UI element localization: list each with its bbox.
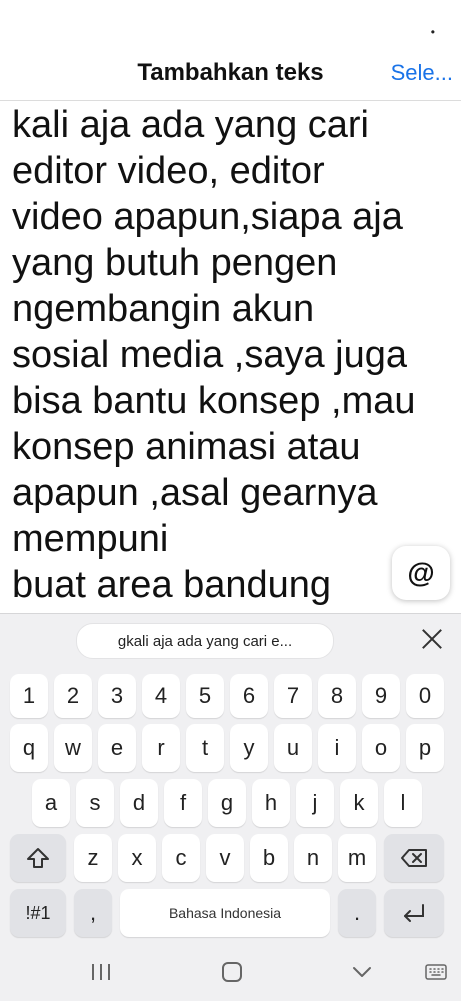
key-2[interactable]: 2 (54, 674, 92, 718)
key-g[interactable]: g (208, 779, 246, 827)
key-x[interactable]: x (118, 834, 156, 882)
key-i[interactable]: i (318, 724, 356, 772)
key-p[interactable]: p (406, 724, 444, 772)
key-o[interactable]: o (362, 724, 400, 772)
key-5[interactable]: 5 (186, 674, 224, 718)
key-4[interactable]: 4 (142, 674, 180, 718)
key-j[interactable]: j (296, 779, 334, 827)
space-key[interactable]: Bahasa Indonesia (120, 889, 330, 937)
keyboard-icon[interactable] (424, 960, 448, 984)
editor-line: yang butuh pengen (12, 242, 338, 284)
key-l[interactable]: l (384, 779, 422, 827)
key-v[interactable]: v (206, 834, 244, 882)
home-icon[interactable] (220, 960, 244, 984)
editor-line: editor video, editor (12, 150, 325, 192)
header: Tambahkan teks Sele... (0, 44, 461, 101)
editor-line: buat area bandung (12, 564, 332, 606)
select-button[interactable]: Sele... (391, 60, 453, 86)
navigation-bar (0, 946, 461, 1000)
key-a[interactable]: a (32, 779, 70, 827)
backspace-key[interactable] (384, 834, 444, 882)
key-w[interactable]: w (54, 724, 92, 772)
shift-key[interactable] (10, 834, 66, 882)
suggestion-chip[interactable]: gkali aja ada yang cari e... (76, 623, 334, 659)
key-k[interactable]: k (340, 779, 378, 827)
key-y[interactable]: y (230, 724, 268, 772)
key-n[interactable]: n (294, 834, 332, 882)
recents-icon[interactable] (88, 960, 114, 984)
keyboard: gkali aja ada yang cari e... 1 2 3 4 5 6… (0, 613, 461, 1001)
key-9[interactable]: 9 (362, 674, 400, 718)
key-z[interactable]: z (74, 834, 112, 882)
key-d[interactable]: d (120, 779, 158, 827)
enter-icon (404, 904, 424, 922)
key-h[interactable]: h (252, 779, 290, 827)
shift-icon (27, 848, 49, 868)
editor-line: bisa bantu konsep ,mau (12, 380, 416, 422)
key-u[interactable]: u (274, 724, 312, 772)
status-indicator: • (430, 25, 435, 39)
symbols-key[interactable]: !#1 (10, 889, 66, 937)
editor-line: mempuni (12, 518, 169, 560)
editor-line: video apapun,siapa aja (12, 196, 403, 238)
key-1[interactable]: 1 (10, 674, 48, 718)
comma-key[interactable]: , (74, 889, 112, 937)
backspace-icon (401, 849, 427, 867)
back-icon[interactable] (350, 960, 374, 984)
key-f[interactable]: f (164, 779, 202, 827)
key-t[interactable]: t (186, 724, 224, 772)
editor-line: konsep animasi atau (12, 426, 361, 468)
key-3[interactable]: 3 (98, 674, 136, 718)
key-0[interactable]: 0 (406, 674, 444, 718)
key-b[interactable]: b (250, 834, 288, 882)
editor-line: apapun ,asal gearnya (12, 472, 378, 514)
key-q[interactable]: q (10, 724, 48, 772)
editor-line: ngembangin akun (12, 288, 315, 330)
key-e[interactable]: e (98, 724, 136, 772)
key-s[interactable]: s (76, 779, 114, 827)
text-editor[interactable]: kali aja ada yang cari editor video, edi… (0, 101, 461, 613)
suggestion-bar: gkali aja ada yang cari e... (0, 614, 461, 664)
status-bar: • (0, 0, 461, 44)
enter-key[interactable] (384, 889, 444, 937)
editor-line: kali aja ada yang cari (12, 104, 369, 146)
key-6[interactable]: 6 (230, 674, 268, 718)
key-7[interactable]: 7 (274, 674, 312, 718)
close-icon[interactable] (419, 626, 445, 652)
key-c[interactable]: c (162, 834, 200, 882)
mention-button[interactable]: @ (392, 546, 450, 600)
key-m[interactable]: m (338, 834, 376, 882)
key-r[interactable]: r (142, 724, 180, 772)
editor-line: sosial media ,saya juga (12, 334, 407, 376)
key-8[interactable]: 8 (318, 674, 356, 718)
period-key[interactable]: . (338, 889, 376, 937)
